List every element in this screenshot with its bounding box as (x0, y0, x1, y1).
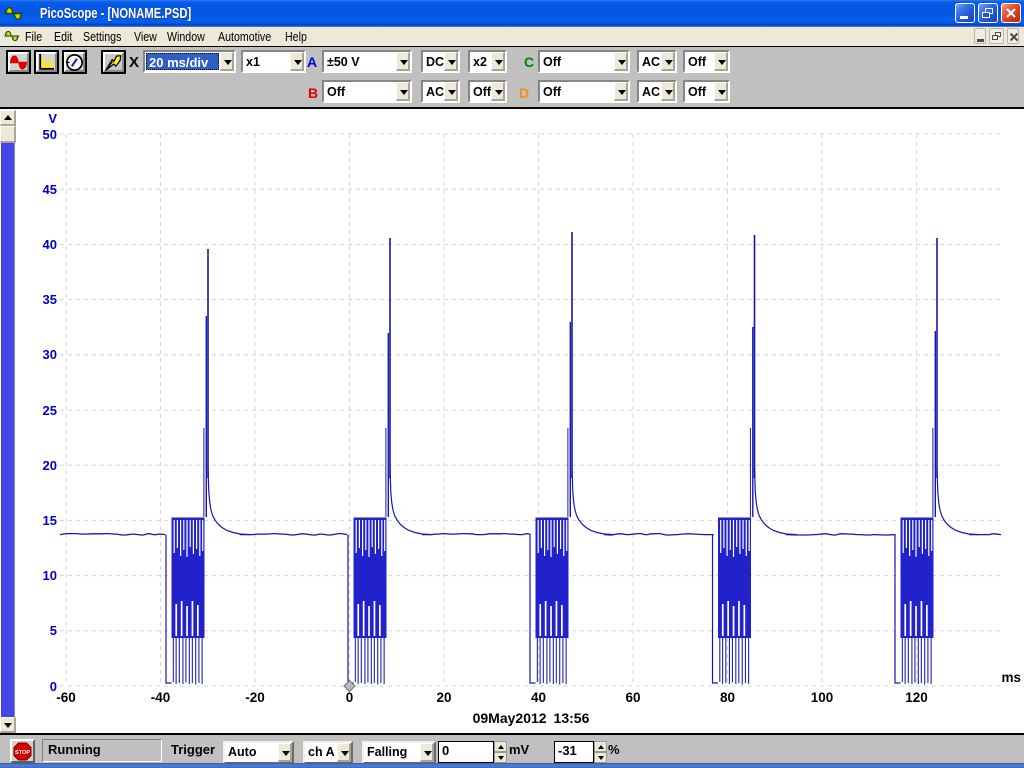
svg-text:STOP: STOP (15, 750, 30, 756)
